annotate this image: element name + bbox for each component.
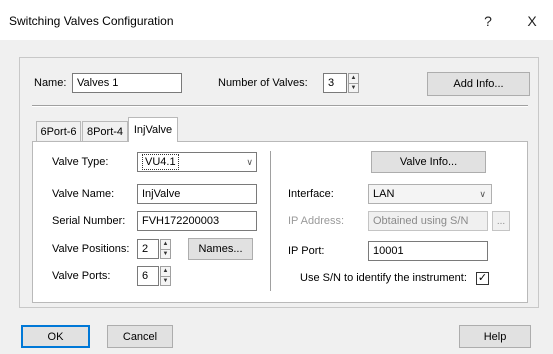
window-title: Switching Valves Configuration (9, 14, 174, 28)
valve-type-value: VU4.1 (142, 154, 179, 170)
spin-down-icon[interactable]: ▼ (161, 277, 170, 286)
valve-positions-input[interactable]: 2 (137, 239, 159, 259)
valve-name-label: Valve Name: (52, 188, 115, 200)
help-titlebar-button[interactable]: ? (474, 8, 502, 34)
chevron-down-icon[interactable]: ∨ (479, 187, 486, 201)
ip-address-input: Obtained using S/N (368, 211, 488, 231)
cancel-button[interactable]: Cancel (107, 325, 173, 348)
name-label: Name: (34, 77, 67, 89)
tab-8port-4[interactable]: 8Port-4 (82, 121, 128, 142)
valve-info-button[interactable]: Valve Info... (371, 151, 486, 173)
ok-button[interactable]: OK (21, 325, 90, 348)
column-divider (270, 151, 272, 291)
ip-port-label: IP Port: (288, 245, 325, 257)
close-button[interactable]: X (518, 8, 546, 34)
help-button[interactable]: Help (459, 325, 531, 348)
spin-up-icon[interactable]: ▲ (161, 267, 170, 277)
number-of-valves-label: Number of Valves: (218, 77, 308, 89)
tab-6port-6[interactable]: 6Port-6 (36, 121, 81, 142)
valve-name-input[interactable]: InjValve (137, 184, 257, 204)
ip-port-input[interactable]: 10001 (368, 241, 488, 261)
valve-ports-stepper[interactable]: ▲ ▼ (160, 266, 171, 286)
spin-up-icon[interactable]: ▲ (161, 240, 170, 250)
ip-browse-button: ... (492, 211, 510, 231)
valve-type-label: Valve Type: (52, 156, 109, 168)
valve-positions-stepper[interactable]: ▲ ▼ (160, 239, 171, 259)
checkmark-icon: ✓ (477, 272, 488, 284)
spin-up-icon[interactable]: ▲ (349, 74, 358, 84)
interface-select[interactable]: LAN ∨ (368, 184, 492, 204)
spin-down-icon[interactable]: ▼ (161, 250, 170, 259)
separator (32, 105, 528, 107)
chevron-down-icon[interactable]: ∨ (246, 155, 253, 169)
serial-number-input[interactable]: FVH172200003 (137, 211, 257, 231)
spin-down-icon[interactable]: ▼ (349, 84, 358, 93)
valve-ports-label: Valve Ports: (52, 270, 111, 282)
use-sn-checkbox[interactable]: ✓ (476, 272, 489, 285)
valve-ports-input[interactable]: 6 (137, 266, 159, 286)
valve-type-select[interactable]: VU4.1 ∨ (137, 152, 257, 172)
interface-value: LAN (373, 188, 395, 200)
number-of-valves-stepper[interactable]: ▲ ▼ (348, 73, 359, 93)
serial-number-label: Serial Number: (52, 215, 126, 227)
tab-injvalve[interactable]: InjValve (128, 117, 178, 142)
number-of-valves-input[interactable]: 3 (323, 73, 347, 93)
valve-positions-label: Valve Positions: (52, 243, 130, 255)
ip-address-label: IP Address: (288, 215, 345, 227)
names-button[interactable]: Names... (188, 238, 253, 260)
name-input[interactable]: Valves 1 (72, 73, 182, 93)
add-info-button[interactable]: Add Info... (427, 72, 530, 96)
use-sn-label: Use S/N to identify the instrument: (300, 272, 467, 284)
interface-label: Interface: (288, 188, 334, 200)
